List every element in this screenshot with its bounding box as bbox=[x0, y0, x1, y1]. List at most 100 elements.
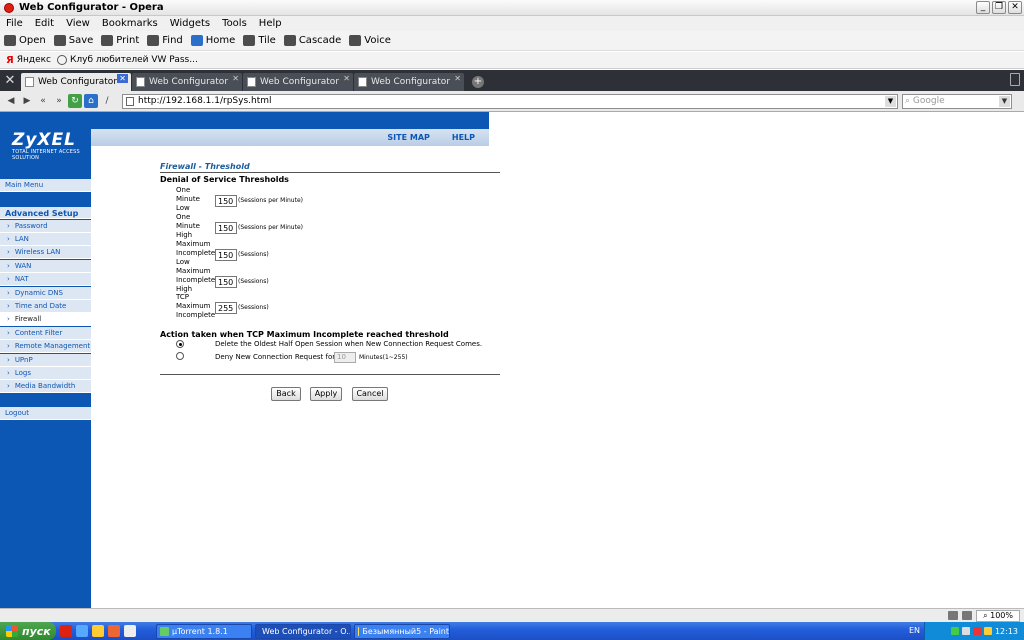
nav-wan[interactable]: WAN bbox=[0, 260, 91, 273]
nav-advanced-setup[interactable]: Advanced Setup bbox=[0, 206, 91, 219]
start-button[interactable]: пуск bbox=[0, 622, 56, 640]
tray-antivirus-icon[interactable] bbox=[972, 627, 981, 635]
tray-volume-icon[interactable] bbox=[983, 627, 992, 635]
threshold-row: Maximum Incomplete Low (Sessions) bbox=[176, 240, 269, 267]
nav-main-menu[interactable]: Main Menu bbox=[0, 179, 91, 192]
minimize-button[interactable]: _ bbox=[976, 1, 990, 14]
menu-file[interactable]: File bbox=[6, 18, 23, 29]
nav-remote-management[interactable]: Remote Management bbox=[0, 340, 91, 353]
globe-icon bbox=[57, 55, 67, 65]
nav-time-and-date[interactable]: Time and Date bbox=[0, 300, 91, 313]
max-incomplete-high-input[interactable] bbox=[215, 276, 237, 288]
tools-icon[interactable]: ✕ bbox=[0, 70, 20, 91]
apply-button[interactable]: Apply bbox=[310, 387, 342, 401]
nav-wireless-lan[interactable]: Wireless LAN bbox=[0, 246, 91, 259]
nav-content-filter[interactable]: Content Filter bbox=[0, 327, 91, 340]
tab-4[interactable]: Web Configurator ✕ bbox=[354, 73, 464, 91]
tab-close-icon[interactable]: ✕ bbox=[454, 74, 461, 83]
threshold-row: One Minute Low (Sessions per Minute) bbox=[176, 186, 303, 213]
voice-button[interactable]: Voice bbox=[349, 35, 391, 46]
site-map-link[interactable]: SITE MAP bbox=[387, 133, 429, 142]
panel-icon[interactable] bbox=[948, 611, 959, 620]
opera-icon[interactable] bbox=[60, 625, 72, 637]
menu-tools[interactable]: Tools bbox=[222, 18, 247, 29]
tab-close-icon[interactable]: ✕ bbox=[117, 74, 128, 83]
home-icon[interactable]: ⌂ bbox=[84, 94, 98, 108]
divider bbox=[160, 172, 500, 173]
menu-bookmarks[interactable]: Bookmarks bbox=[102, 18, 158, 29]
deny-minutes-input[interactable]: 10 bbox=[334, 352, 356, 363]
task-web-configurator[interactable]: Web Configurator - O... bbox=[255, 623, 351, 639]
nav-logout[interactable]: Logout bbox=[0, 407, 91, 420]
action-section-title: Action taken when TCP Maximum Incomplete… bbox=[160, 330, 449, 339]
menu-help[interactable]: Help bbox=[259, 18, 282, 29]
zoom-control[interactable]: ⌕ 100% bbox=[976, 609, 1020, 622]
language-indicator[interactable]: EN bbox=[909, 626, 920, 635]
nav-nat[interactable]: NAT bbox=[0, 273, 91, 286]
task-paint[interactable]: Безымянный5 - Paint bbox=[354, 623, 450, 639]
threshold-unit: (Sessions) bbox=[238, 251, 269, 258]
header-links: SITE MAP HELP bbox=[91, 129, 489, 146]
new-tab-button[interactable]: + bbox=[468, 73, 488, 91]
print-button[interactable]: Print bbox=[101, 35, 139, 46]
help-link[interactable]: HELP bbox=[452, 133, 475, 142]
chevron-down-icon[interactable]: ▼ bbox=[885, 95, 896, 107]
menu-view[interactable]: View bbox=[66, 18, 90, 29]
tile-button[interactable]: Tile bbox=[243, 35, 276, 46]
reload-icon[interactable]: ↻ bbox=[68, 94, 82, 108]
nav-password[interactable]: Password bbox=[0, 220, 91, 233]
back-icon[interactable]: ◀ bbox=[4, 94, 18, 108]
max-incomplete-low-input[interactable] bbox=[215, 249, 237, 261]
folder-icon[interactable] bbox=[92, 625, 104, 637]
nav-lan[interactable]: LAN bbox=[0, 233, 91, 246]
nav-upnp[interactable]: UPnP bbox=[0, 354, 91, 367]
home-button[interactable]: Home bbox=[190, 35, 235, 46]
cascade-button[interactable]: Cascade bbox=[283, 35, 341, 46]
fast-forward-icon[interactable]: » bbox=[52, 94, 66, 108]
tab-3[interactable]: Web Configurator ✕ bbox=[243, 73, 353, 91]
plus-icon: + bbox=[472, 76, 484, 88]
url-field[interactable]: http://192.168.1.1/rpSys.html ▼ bbox=[122, 93, 898, 109]
open-button[interactable]: Open bbox=[4, 35, 46, 46]
task-utorrent[interactable]: µTorrent 1.8.1 bbox=[156, 623, 252, 639]
ie-icon[interactable] bbox=[76, 625, 88, 637]
tray-network-icon[interactable] bbox=[961, 627, 970, 635]
menu-widgets[interactable]: Widgets bbox=[170, 18, 210, 29]
nav-logs[interactable]: Logs bbox=[0, 367, 91, 380]
find-button[interactable]: Find bbox=[147, 35, 183, 46]
threshold-unit: (Sessions) bbox=[238, 304, 269, 311]
tab-2[interactable]: Web Configurator ✕ bbox=[132, 73, 242, 91]
delete-oldest-radio[interactable] bbox=[176, 340, 184, 348]
nav-dynamic-dns[interactable]: Dynamic DNS bbox=[0, 287, 91, 300]
deny-new-radio[interactable] bbox=[176, 352, 184, 360]
back-button[interactable]: Back bbox=[271, 387, 301, 401]
threshold-label: One Minute Low bbox=[176, 186, 200, 212]
bookmark-vw-club[interactable]: Клуб любителей VW Pass... bbox=[57, 55, 198, 65]
menu-edit[interactable]: Edit bbox=[35, 18, 54, 29]
forward-icon[interactable]: ▶ bbox=[20, 94, 34, 108]
nav-media-bandwidth[interactable]: Media Bandwidth Mgnt. bbox=[0, 380, 91, 403]
search-field[interactable]: ⌕ Google ▼ bbox=[902, 93, 1012, 109]
rewind-icon[interactable]: « bbox=[36, 94, 50, 108]
image-icon[interactable] bbox=[962, 611, 973, 620]
tab-close-icon[interactable]: ✕ bbox=[232, 74, 239, 83]
bookmark-yandex[interactable]: Я Яндекс bbox=[6, 55, 51, 66]
one-minute-low-input[interactable] bbox=[215, 195, 237, 207]
restore-button[interactable]: ❐ bbox=[992, 1, 1006, 14]
nav-firewall[interactable]: Firewall bbox=[0, 313, 91, 326]
close-button[interactable]: ✕ bbox=[1008, 1, 1022, 14]
cancel-button[interactable]: Cancel bbox=[352, 387, 388, 401]
tcp-max-incomplete-input[interactable] bbox=[215, 302, 237, 314]
chevron-down-icon[interactable]: ▼ bbox=[999, 95, 1010, 107]
tray-utorrent-icon[interactable] bbox=[950, 627, 959, 635]
wand-icon[interactable]: / bbox=[100, 94, 114, 108]
windows-flag-icon bbox=[6, 625, 18, 637]
tab-1[interactable]: Web Configurator ✕ bbox=[21, 73, 131, 91]
media-icon[interactable] bbox=[108, 625, 120, 637]
one-minute-high-input[interactable] bbox=[215, 222, 237, 234]
tab-close-icon[interactable]: ✕ bbox=[343, 74, 350, 83]
desktop-icon[interactable] bbox=[124, 625, 136, 637]
trash-icon[interactable] bbox=[1010, 73, 1020, 86]
page-title: Firewall - Threshold bbox=[160, 162, 250, 171]
save-button[interactable]: Save bbox=[53, 35, 93, 46]
